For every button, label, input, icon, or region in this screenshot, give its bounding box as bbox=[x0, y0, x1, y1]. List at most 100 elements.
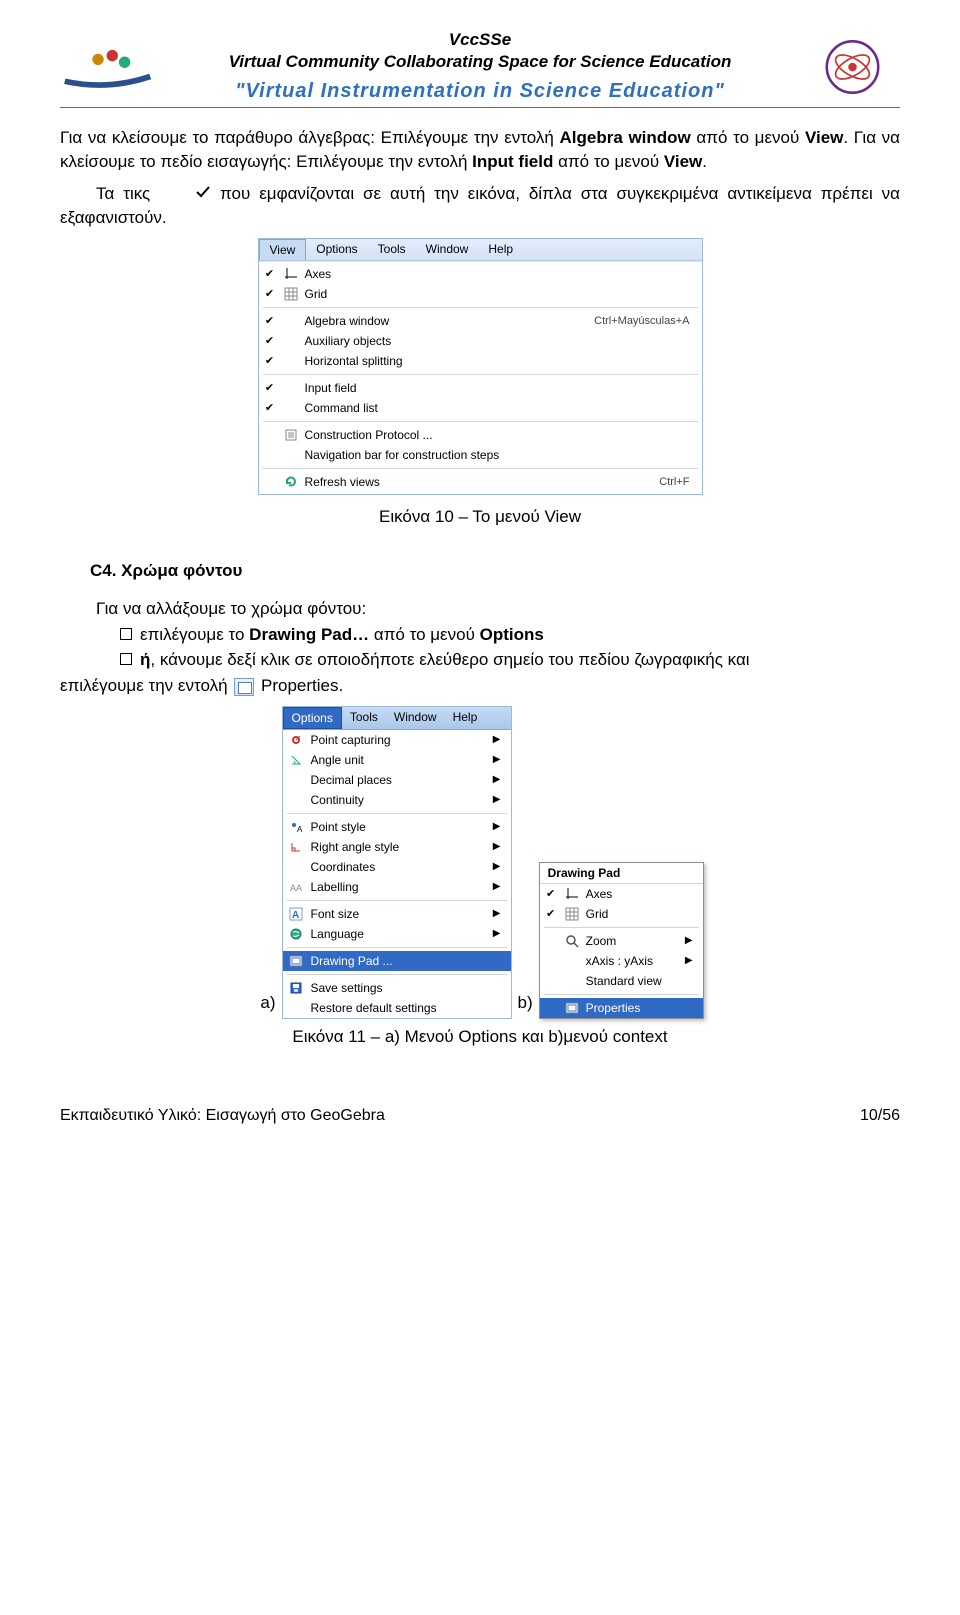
chevron-right-icon: ▶ bbox=[493, 908, 507, 919]
menu-item[interactable]: Standard view bbox=[540, 971, 703, 991]
menu-item-label: Navigation bar for construction steps bbox=[305, 448, 698, 462]
chevron-right-icon: ▶ bbox=[493, 881, 507, 892]
paragraph-2: Τα τικς που εμφανίζονται σε αυτή την εικ… bbox=[60, 182, 900, 230]
menubar-item[interactable]: Tools bbox=[368, 239, 416, 260]
menu-item-label: Axes bbox=[305, 267, 698, 281]
rightangle-icon bbox=[287, 839, 305, 855]
menubar-item[interactable]: Window bbox=[386, 707, 445, 729]
menu-item[interactable]: Zoom▶ bbox=[540, 931, 703, 951]
blank-icon bbox=[283, 313, 299, 329]
logo-left bbox=[60, 37, 155, 97]
menu-item-label: Language bbox=[311, 927, 487, 941]
menu-item-label: Axes bbox=[586, 887, 699, 901]
menu-item[interactable]: ✔Horizontal splitting bbox=[259, 351, 702, 371]
bullet-icon bbox=[120, 628, 132, 640]
bold-text: Algebra window bbox=[560, 128, 691, 147]
caption-1: Εικόνα 10 – Το μενού View bbox=[60, 507, 900, 527]
save-icon bbox=[287, 980, 305, 996]
menu-item[interactable]: Angle unit▶ bbox=[283, 750, 511, 770]
menu-item[interactable]: Save settings bbox=[283, 978, 511, 998]
check-icon: ✔ bbox=[544, 887, 558, 900]
check-icon: ✔ bbox=[263, 314, 277, 327]
header-title-1: VccSSe bbox=[165, 30, 795, 50]
menubar-item[interactable]: Help bbox=[445, 707, 486, 729]
text: επιλέγουμε το bbox=[140, 625, 249, 644]
menu-item[interactable]: ✔Grid bbox=[540, 904, 703, 924]
check-icon: ✔ bbox=[263, 381, 277, 394]
menu-item[interactable]: Right angle style▶ bbox=[283, 837, 511, 857]
menu-item[interactable]: Drawing Pad ... bbox=[283, 951, 511, 971]
menu-item[interactable]: Properties bbox=[540, 998, 703, 1018]
menu-item[interactable]: ✔Algebra windowCtrl+Mayúsculas+A bbox=[259, 311, 702, 331]
menubar-item[interactable]: Options bbox=[306, 239, 367, 260]
menubar-item[interactable]: Help bbox=[478, 239, 523, 260]
menu-item[interactable]: ✔Auxiliary objects bbox=[259, 331, 702, 351]
menu-item[interactable]: xAxis : yAxis ▶ bbox=[540, 951, 703, 971]
menubar-item[interactable]: Options bbox=[283, 707, 342, 729]
chevron-right-icon: ▶ bbox=[685, 955, 699, 966]
menubar-item[interactable]: Tools bbox=[342, 707, 386, 729]
menu-item[interactable]: Construction Protocol ... bbox=[259, 425, 702, 445]
menu-item[interactable]: ✔Axes bbox=[259, 264, 702, 284]
bold-text: View bbox=[664, 152, 702, 171]
text: , κάνουμε δεξί κλικ σε οποιοδήποτε ελεύθ… bbox=[150, 650, 749, 669]
menubar-item[interactable]: View bbox=[259, 239, 307, 260]
menu-item[interactable]: Point capturing▶ bbox=[283, 730, 511, 750]
paragraph-1: Για να κλείσουμε το παράθυρο άλγεβρας: Ε… bbox=[60, 126, 900, 174]
globe-icon bbox=[287, 926, 305, 942]
menubar-item[interactable]: Window bbox=[416, 239, 479, 260]
menu-item-label: Font size bbox=[311, 907, 487, 921]
bullet-1: επιλέγουμε το Drawing Pad… από το μενού … bbox=[120, 623, 900, 647]
svg-text:A: A bbox=[297, 825, 303, 834]
caption-2: Εικόνα 11 – a) Μενού Options και b)μενού… bbox=[60, 1027, 900, 1047]
chevron-right-icon: ▶ bbox=[493, 734, 507, 745]
menu-item[interactable]: Refresh viewsCtrl+F bbox=[259, 472, 702, 492]
menu-item[interactable]: ✔Input field bbox=[259, 378, 702, 398]
menu-separator bbox=[544, 927, 699, 928]
angle-icon bbox=[287, 752, 305, 768]
line-after-bullets: επιλέγουμε την εντολή Properties. bbox=[60, 674, 900, 698]
footer-left: Εκπαιδευτικό Υλικό: Εισαγωγή στο GeoGebr… bbox=[60, 1107, 385, 1125]
chevron-right-icon: ▶ bbox=[493, 928, 507, 939]
menu-item[interactable]: Decimal places▶ bbox=[283, 770, 511, 790]
chevron-right-icon: ▶ bbox=[493, 754, 507, 765]
menu-item-label: Properties bbox=[586, 1001, 699, 1015]
view-menu-screenshot: ViewOptionsToolsWindowHelp ✔Axes✔Grid✔Al… bbox=[258, 238, 703, 495]
bold-text: Options bbox=[480, 625, 544, 644]
menu-item-label: xAxis : yAxis bbox=[586, 954, 679, 968]
menu-item[interactable]: Language ▶ bbox=[283, 924, 511, 944]
menu-item[interactable]: Continuity▶ bbox=[283, 790, 511, 810]
menu-item[interactable]: APoint style▶ bbox=[283, 817, 511, 837]
footer-right: 10/56 bbox=[860, 1107, 900, 1125]
text: από το μενού bbox=[369, 625, 479, 644]
menu-item[interactable]: Navigation bar for construction steps bbox=[259, 445, 702, 465]
menu-item[interactable]: AALabelling▶ bbox=[283, 877, 511, 897]
menu-item[interactable]: AFont size▶ bbox=[283, 904, 511, 924]
label-b: b) bbox=[514, 993, 537, 1013]
blank-icon bbox=[564, 953, 580, 969]
chevron-right-icon: ▶ bbox=[685, 935, 699, 946]
blank-icon bbox=[283, 447, 299, 463]
menubar: ViewOptionsToolsWindowHelp bbox=[259, 239, 702, 261]
svg-text:A: A bbox=[296, 883, 302, 893]
pad-icon bbox=[564, 1000, 580, 1016]
menu-item[interactable]: Restore default settings bbox=[283, 998, 511, 1018]
menu-item-label: Construction Protocol ... bbox=[305, 428, 698, 442]
check-icon: ✔ bbox=[544, 907, 558, 920]
page-footer: Εκπαιδευτικό Υλικό: Εισαγωγή στο GeoGebr… bbox=[60, 1107, 900, 1125]
menu-shortcut: Ctrl+Mayúsculas+A bbox=[594, 315, 697, 327]
menu-item[interactable]: Coordinates▶ bbox=[283, 857, 511, 877]
menu-item[interactable]: ✔Command list bbox=[259, 398, 702, 418]
menu-item-label: Labelling bbox=[311, 880, 487, 894]
menu-item[interactable]: ✔Grid bbox=[259, 284, 702, 304]
label-a: a) bbox=[256, 993, 279, 1013]
menu-item-label: Decimal places bbox=[311, 773, 487, 787]
text: από το μενού bbox=[691, 128, 805, 147]
text: επιλέγουμε την εντολή bbox=[60, 676, 232, 695]
menu-item-label: Point style bbox=[311, 820, 487, 834]
bullet-2: ή, κάνουμε δεξί κλικ σε οποιοδήποτε ελεύ… bbox=[120, 648, 900, 672]
menu-item[interactable]: ✔ Axes bbox=[540, 884, 703, 904]
menu-separator bbox=[287, 813, 507, 814]
pointstyle-icon: A bbox=[287, 819, 305, 835]
menu-separator bbox=[287, 947, 507, 948]
